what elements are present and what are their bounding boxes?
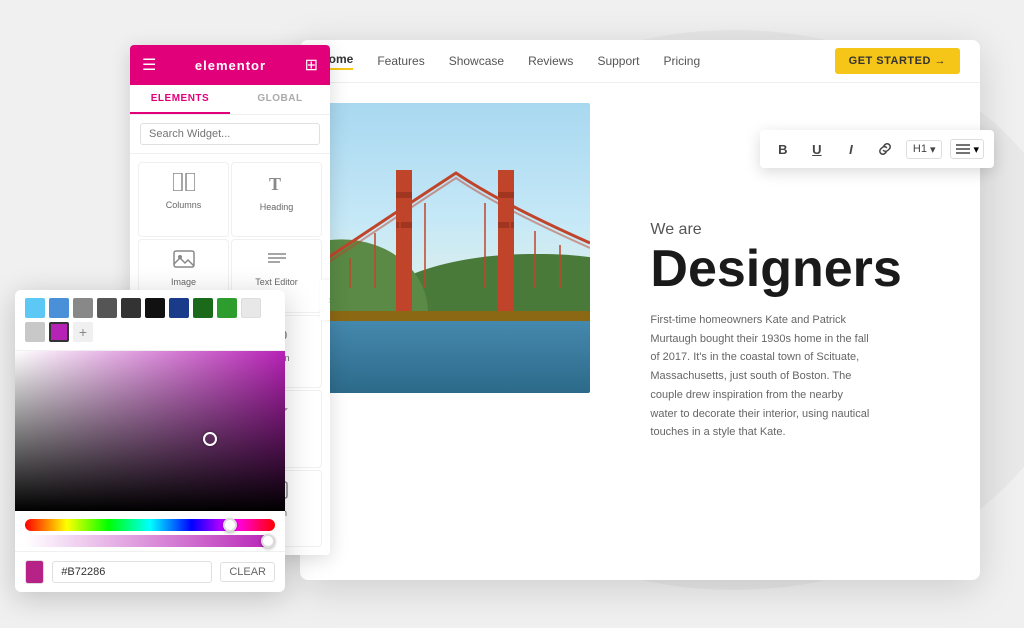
swatch-navy[interactable] xyxy=(169,298,189,318)
bridge-cables-svg xyxy=(320,103,590,393)
bold-button[interactable]: B xyxy=(770,136,796,162)
color-cursor[interactable] xyxy=(203,432,217,446)
color-picker: + CLEAR xyxy=(15,290,285,592)
swatch-blue[interactable] xyxy=(49,298,69,318)
swatch-gray2[interactable] xyxy=(97,298,117,318)
list-chevron: ▾ xyxy=(973,143,979,156)
nav-links: Home Features Showcase Reviews Support P… xyxy=(320,52,700,70)
get-started-button[interactable]: GET STARTED → xyxy=(835,48,960,74)
image-icon xyxy=(173,250,195,273)
nav-reviews[interactable]: Reviews xyxy=(528,54,573,68)
text-formatting-toolbar: B U I H1 ▾ ▾ xyxy=(760,130,994,168)
panel-drag-handle[interactable]: › xyxy=(320,280,330,320)
pre-title: We are xyxy=(650,221,956,239)
underline-button[interactable]: U xyxy=(804,136,830,162)
add-swatch-button[interactable]: + xyxy=(73,322,93,342)
link-button[interactable] xyxy=(872,136,898,162)
color-gradient-canvas[interactable] xyxy=(15,351,285,511)
widget-columns[interactable]: Columns xyxy=(138,162,229,237)
search-input[interactable] xyxy=(140,123,320,145)
swatch-gray3[interactable] xyxy=(121,298,141,318)
browser-window: Home Features Showcase Reviews Support P… xyxy=(300,40,980,580)
list-button[interactable]: ▾ xyxy=(950,139,984,159)
grid-icon[interactable]: ⊞ xyxy=(305,55,318,75)
widget-heading[interactable]: T Heading xyxy=(231,162,322,237)
alpha-slider[interactable] xyxy=(25,535,275,547)
panel-search-area xyxy=(130,115,330,154)
heading-chevron: ▾ xyxy=(930,143,936,156)
swatch-gray1[interactable] xyxy=(73,298,93,318)
description: First-time homeowners Kate and Patrick M… xyxy=(650,311,870,442)
swatch-green[interactable] xyxy=(217,298,237,318)
bridge-image xyxy=(320,103,590,393)
columns-icon xyxy=(173,173,195,196)
alpha-thumb[interactable] xyxy=(261,534,275,548)
swatch-black[interactable] xyxy=(145,298,165,318)
tab-global[interactable]: GLOBAL xyxy=(230,85,330,114)
bridge-road xyxy=(320,311,590,321)
nav-support[interactable]: Support xyxy=(597,54,639,68)
nav-showcase[interactable]: Showcase xyxy=(449,54,504,68)
hue-slider[interactable] xyxy=(25,519,275,531)
color-preview xyxy=(25,560,44,584)
color-swatches: + xyxy=(15,290,285,351)
panel-tabs: ELEMENTS GLOBAL xyxy=(130,85,330,115)
nav-pricing[interactable]: Pricing xyxy=(663,54,700,68)
swatch-dark-green[interactable] xyxy=(193,298,213,318)
hex-input[interactable] xyxy=(52,561,212,583)
heading-icon: T xyxy=(267,173,287,198)
widget-text-label: Text Editor xyxy=(255,277,298,287)
nav-features[interactable]: Features xyxy=(377,54,424,68)
panel-header: ☰ elementor ⊞ xyxy=(130,45,330,85)
browser-nav: Home Features Showcase Reviews Support P… xyxy=(300,40,980,83)
hue-thumb[interactable] xyxy=(223,518,237,532)
text-editor-icon xyxy=(266,250,288,273)
widget-image-label: Image xyxy=(171,277,196,287)
swatch-magenta[interactable] xyxy=(49,322,69,342)
hamburger-icon[interactable]: ☰ xyxy=(142,55,156,75)
main-title: Designers xyxy=(650,243,956,295)
heading-label: H1 xyxy=(913,143,927,155)
panel-logo: elementor xyxy=(195,58,266,73)
clear-button[interactable]: CLEAR xyxy=(220,562,275,582)
italic-button[interactable]: I xyxy=(838,136,864,162)
color-hex-row: CLEAR xyxy=(15,551,285,592)
widget-heading-label: Heading xyxy=(260,202,294,212)
tab-elements[interactable]: ELEMENTS xyxy=(130,85,230,114)
svg-text:T: T xyxy=(269,174,281,193)
heading-dropdown[interactable]: H1 ▾ xyxy=(906,140,943,159)
swatch-light-gray[interactable] xyxy=(241,298,261,318)
widget-columns-label: Columns xyxy=(166,200,202,210)
hero-image-area xyxy=(300,83,626,580)
swatch-silver[interactable] xyxy=(25,322,45,342)
swatch-cyan[interactable] xyxy=(25,298,45,318)
